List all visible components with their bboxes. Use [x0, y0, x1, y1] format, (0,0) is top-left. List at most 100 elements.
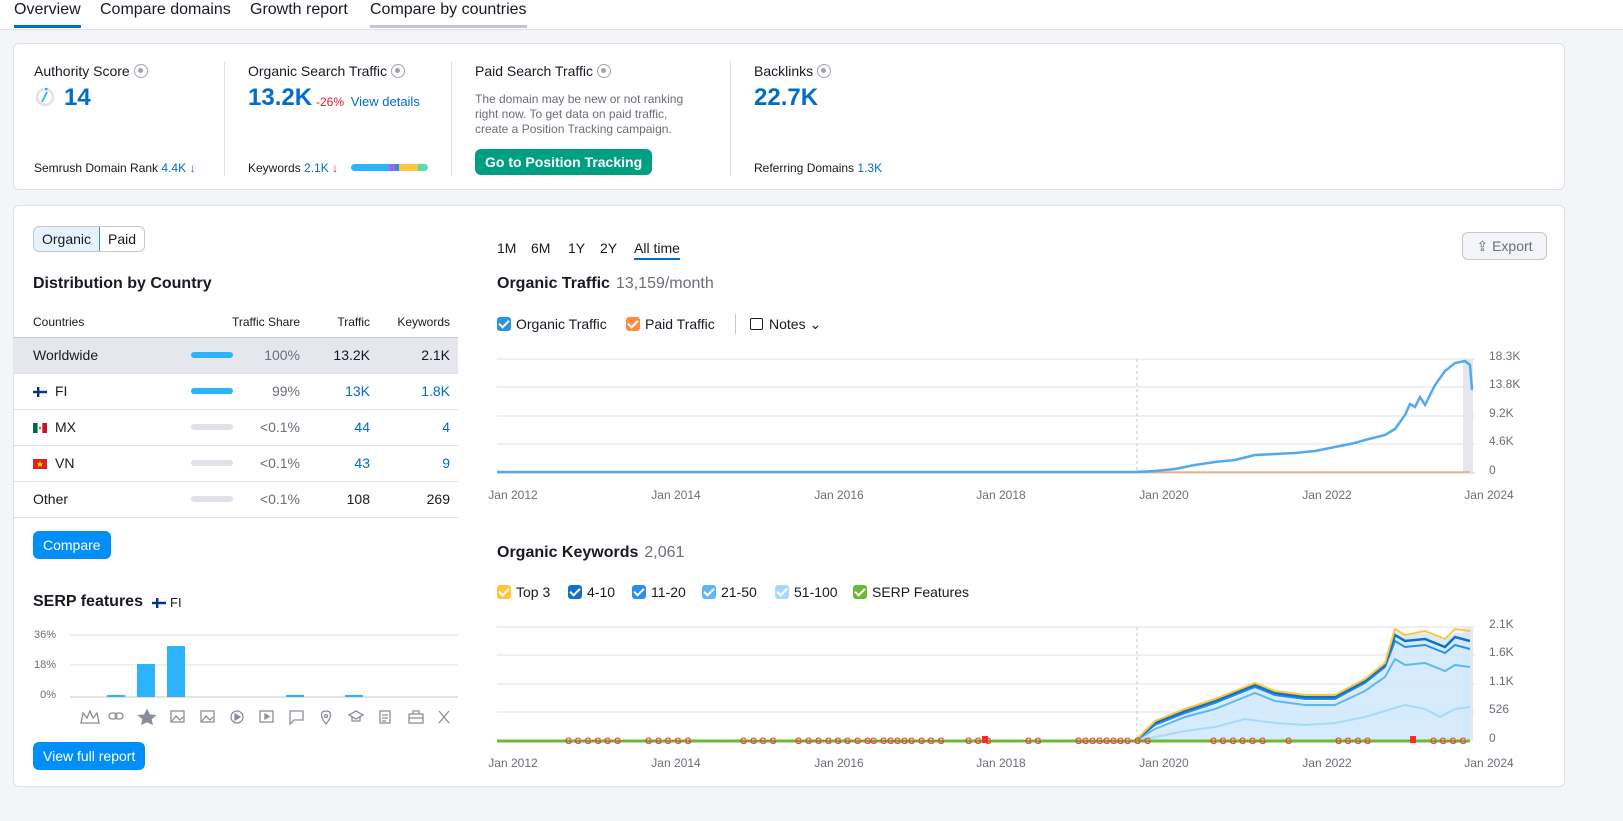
organic-traffic-value[interactable]: 13.2K — [248, 84, 312, 112]
checkbox-icon — [497, 317, 511, 331]
notes-dropdown[interactable]: Notes ⌄ — [750, 316, 821, 333]
export-button[interactable]: ⇪ Export — [1462, 232, 1547, 260]
organic-traffic-change: -26% View details — [316, 94, 420, 109]
table-row-other: Other <0.1% 108 269 — [13, 480, 458, 518]
keywords-cell[interactable]: 4 — [378, 409, 458, 446]
col-keywords[interactable]: Keywords — [378, 307, 458, 338]
svg-text:G G·G·G G·G: G G·G·G G·G — [565, 736, 621, 746]
info-icon[interactable] — [597, 64, 612, 78]
country-name: FI — [13, 373, 183, 410]
distribution-table: Countries Traffic Share Traffic Keywords… — [13, 307, 458, 518]
view-details-link[interactable]: View details — [351, 94, 420, 109]
finland-flag-icon — [152, 598, 166, 608]
toggle-organic[interactable]: Organic — [34, 227, 101, 251]
info-icon[interactable] — [817, 64, 832, 78]
tab-growth-report[interactable]: Growth report — [250, 0, 348, 28]
traffic-cell[interactable]: 43 — [308, 445, 378, 482]
toggle-paid[interactable]: Paid — [100, 227, 144, 251]
legend-top3[interactable]: Top 3 — [497, 584, 550, 600]
country-name: MX — [13, 409, 183, 446]
domain-rank-value[interactable]: 4.4K — [161, 161, 186, 175]
graduation-icon — [347, 710, 365, 722]
keyword-distribution-bar — [351, 164, 428, 171]
serp-ytick-0: 0% — [40, 689, 56, 701]
image-icon — [170, 710, 185, 723]
legend-11-20[interactable]: 11-20 — [632, 584, 686, 600]
organic-traffic-title: Organic Search Traffic — [248, 63, 406, 79]
ytick: 9.2K — [1489, 406, 1514, 420]
ytick: 0 — [1489, 463, 1496, 477]
table-row-worldwide[interactable]: Worldwide 100% 13.2K 2.1K — [13, 337, 458, 374]
legend-paid-traffic[interactable]: Paid Traffic — [626, 316, 715, 332]
info-icon[interactable] — [391, 64, 406, 78]
share-bar — [191, 352, 233, 358]
xtick: Jan 2022 — [1302, 756, 1352, 770]
paid-desc-line-2: right now. To get data on paid traffic, — [475, 107, 668, 121]
traffic-cell[interactable]: 13K — [308, 373, 378, 410]
keywords-cell[interactable]: 9 — [378, 445, 458, 482]
xtick: Jan 2014 — [651, 756, 701, 770]
upload-icon: ⇪ — [1476, 238, 1489, 254]
share-bar — [191, 388, 233, 394]
flag-marker — [1410, 736, 1416, 743]
country-name: Worldwide — [13, 337, 183, 374]
arrow-down-icon: ↓ — [332, 161, 339, 175]
xtick: Jan 2020 — [1139, 756, 1189, 770]
period-1y[interactable]: 1Y — [568, 240, 585, 256]
period-6m[interactable]: 6M — [531, 240, 550, 256]
country-name: VN — [13, 445, 183, 482]
go-to-position-tracking-button[interactable]: Go to Position Tracking — [475, 149, 653, 175]
col-traffic-share[interactable]: Traffic Share — [183, 307, 308, 338]
xtick: Jan 2014 — [651, 488, 701, 502]
ytick: 2.1K — [1489, 617, 1514, 631]
referring-domains-value[interactable]: 1.3K — [857, 161, 882, 175]
ytick: 526 — [1489, 702, 1509, 716]
serp-ytick-36: 36% — [34, 629, 56, 641]
legend-51-100[interactable]: 51-100 — [775, 584, 838, 600]
svg-text:G·G G·G·G: G·G G·G·G — [645, 736, 692, 746]
keywords-value[interactable]: 2.1K — [304, 161, 329, 175]
notes-icon — [750, 318, 763, 330]
tab-compare-by-countries[interactable]: Compare by countries — [370, 0, 527, 28]
briefcase-icon — [408, 710, 424, 724]
legend-21-50[interactable]: 21-50 — [702, 584, 757, 600]
tab-overview[interactable]: Overview — [14, 0, 81, 28]
table-row-mx[interactable]: MX <0.1% 44 4 — [13, 409, 458, 446]
finland-flag-icon — [33, 387, 47, 397]
table-row-fi[interactable]: FI 99% 13K 1.8K — [13, 373, 458, 410]
legend-4-10[interactable]: 4-10 — [568, 584, 615, 600]
backlinks-title: Backlinks — [754, 63, 832, 79]
vietnam-flag-icon — [33, 459, 47, 469]
distribution-title: Distribution by Country — [33, 275, 212, 292]
gallery-icon — [200, 710, 215, 723]
link-icon — [108, 712, 124, 720]
legend-organic-traffic[interactable]: Organic Traffic — [497, 316, 607, 332]
tab-compare-domains[interactable]: Compare domains — [100, 0, 231, 28]
traffic-share-cell: 99% — [183, 373, 308, 410]
checkbox-icon — [626, 317, 640, 331]
svg-text:G G: G G — [1025, 736, 1042, 746]
keywords-cell[interactable]: 1.8K — [378, 373, 458, 410]
organic-traffic-chart: 18.3K 13.8K 9.2K 4.6K 0 Jan 2012 Jan 201… — [488, 349, 1520, 502]
period-2y[interactable]: 2Y — [600, 240, 617, 256]
traffic-share-cell: <0.1% — [183, 445, 308, 482]
share-bar — [191, 424, 233, 430]
traffic-share-cell: <0.1% — [183, 480, 308, 518]
country-name: Other — [13, 480, 183, 518]
table-row-vn[interactable]: VN <0.1% 43 9 — [13, 445, 458, 482]
col-traffic[interactable]: Traffic — [308, 307, 378, 338]
serp-features-title: SERP features — [33, 593, 143, 610]
paid-traffic-title: Paid Search Traffic — [475, 63, 612, 79]
ytick: 4.6K — [1489, 434, 1514, 448]
period-all-time[interactable]: All time — [634, 240, 680, 260]
view-full-report-button[interactable]: View full report — [33, 742, 146, 770]
backlinks-value[interactable]: 22.7K — [754, 84, 818, 112]
ytick: 1.6K — [1489, 645, 1514, 659]
traffic-cell[interactable]: 44 — [308, 409, 378, 446]
legend-serp-features[interactable]: SERP Features — [853, 584, 969, 600]
period-1m[interactable]: 1M — [497, 240, 516, 256]
xtick: Jan 2016 — [814, 488, 864, 502]
compare-button[interactable]: Compare — [33, 531, 111, 559]
domain-rank: Semrush Domain Rank 4.4K ↓ — [34, 161, 196, 175]
info-icon[interactable] — [133, 64, 148, 78]
